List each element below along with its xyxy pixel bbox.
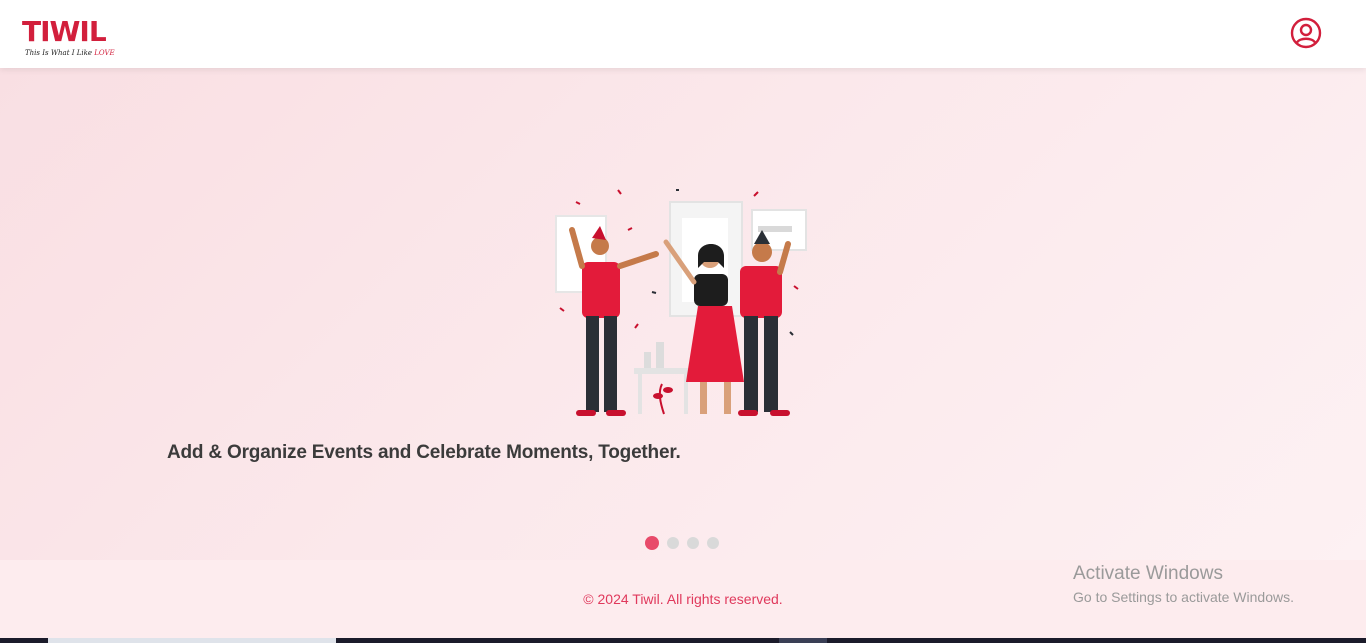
logo-wordmark: TIWIL bbox=[22, 15, 107, 48]
os-taskbar bbox=[0, 638, 1366, 643]
top-header: TIWIL This Is What I Like LOVE bbox=[0, 0, 1366, 68]
logo-tagline-prefix: This Is What I Like bbox=[25, 49, 92, 57]
carousel-dot-2[interactable] bbox=[667, 537, 679, 549]
carousel-dot-3[interactable] bbox=[687, 537, 699, 549]
profile-button[interactable] bbox=[1290, 17, 1322, 49]
carousel-caption: Add & Organize Events and Celebrate Mome… bbox=[167, 442, 681, 463]
tiwil-logo[interactable]: TIWIL This Is What I Like LOVE bbox=[22, 16, 115, 60]
carousel-pagination bbox=[645, 535, 719, 551]
watermark-title: Activate Windows bbox=[1073, 563, 1223, 584]
logo-tagline-love: LOVE bbox=[94, 49, 115, 57]
windows-activation-watermark: Activate Windows Go to Settings to activ… bbox=[1073, 563, 1294, 607]
taskbar-search-box[interactable] bbox=[48, 638, 336, 643]
carousel-dot-4[interactable] bbox=[707, 537, 719, 549]
carousel-dot-1[interactable] bbox=[645, 536, 659, 550]
taskbar-app-item[interactable] bbox=[779, 638, 827, 643]
logo-tagline: This Is What I Like LOVE bbox=[25, 49, 115, 57]
watermark-subtitle: Go to Settings to activate Windows. bbox=[1073, 589, 1294, 605]
user-circle-icon bbox=[1290, 17, 1322, 49]
party-celebration-illustration bbox=[548, 182, 814, 422]
